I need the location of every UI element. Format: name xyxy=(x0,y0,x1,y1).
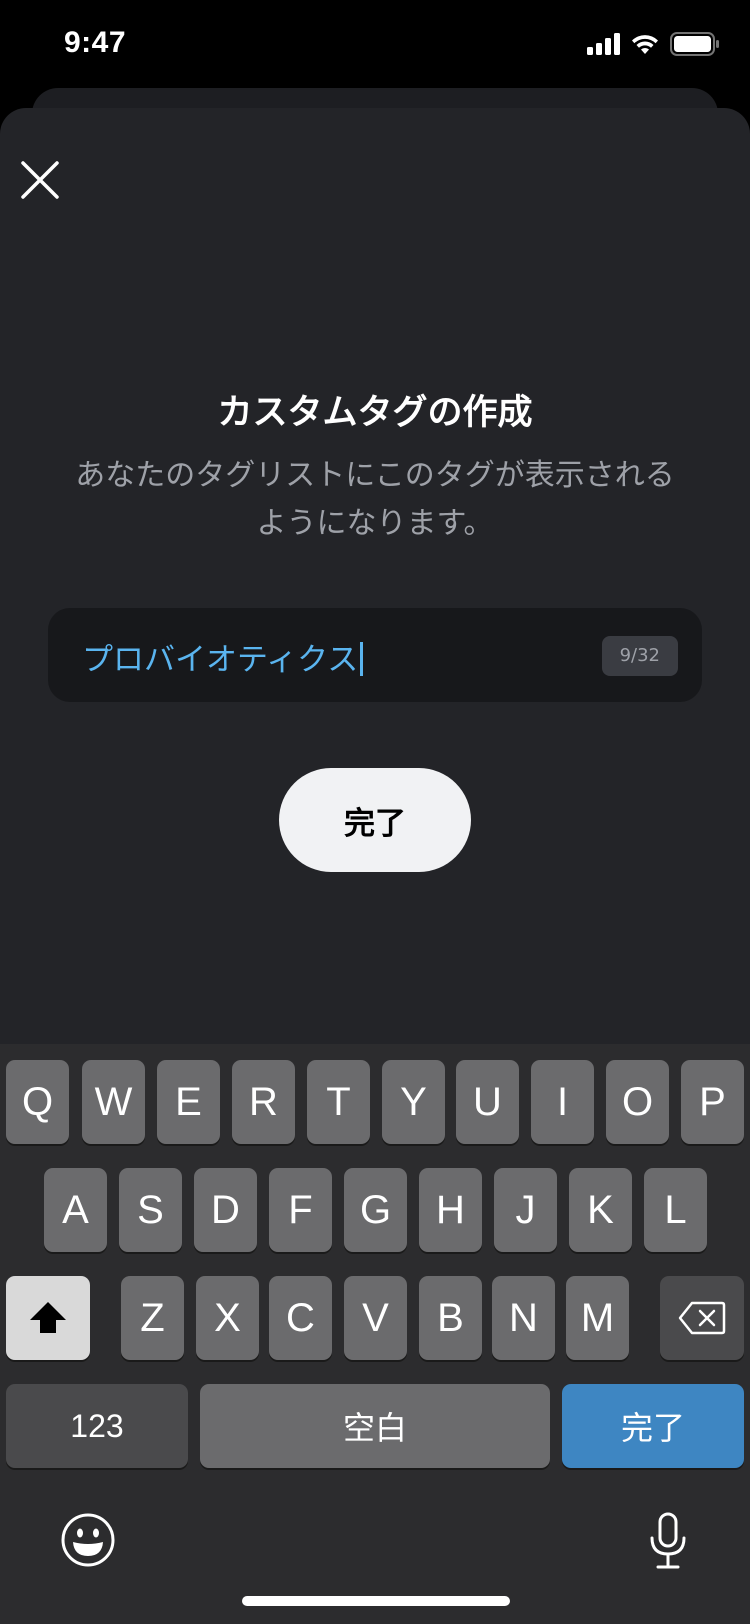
tag-name-input[interactable]: プロバイオティクス 9/32 xyxy=(48,608,702,702)
key-y[interactable]: Y xyxy=(382,1060,445,1144)
key-m[interactable]: M xyxy=(566,1276,629,1360)
key-h[interactable]: H xyxy=(419,1168,482,1252)
status-time: 9:47 xyxy=(64,26,127,59)
return-key[interactable]: 完了 xyxy=(562,1384,744,1468)
character-counter: 9/32 xyxy=(601,636,678,676)
backspace-key[interactable] xyxy=(660,1276,744,1360)
key-c[interactable]: C xyxy=(269,1276,332,1360)
emoji-button[interactable] xyxy=(60,1512,116,1572)
subtitle-line-1: あなたのタグリストにこのタグが表示される xyxy=(75,458,675,493)
battery-icon xyxy=(670,32,720,56)
key-f[interactable]: F xyxy=(269,1168,332,1252)
key-z[interactable]: Z xyxy=(121,1276,184,1360)
key-u[interactable]: U xyxy=(456,1060,519,1144)
space-key[interactable]: 空白 xyxy=(200,1384,550,1468)
wifi-icon xyxy=(630,33,660,55)
key-l[interactable]: L xyxy=(644,1168,707,1252)
close-icon xyxy=(21,161,59,199)
key-b[interactable]: B xyxy=(419,1276,482,1360)
backspace-icon xyxy=(678,1301,726,1335)
text-caret xyxy=(360,642,364,676)
status-bar: 9:47 xyxy=(0,0,750,90)
home-indicator xyxy=(242,1596,510,1606)
key-o[interactable]: O xyxy=(606,1060,669,1144)
key-r[interactable]: R xyxy=(232,1060,295,1144)
shift-key[interactable] xyxy=(6,1276,90,1360)
numbers-key[interactable]: 123 xyxy=(6,1384,188,1468)
microphone-button[interactable] xyxy=(646,1512,690,1574)
key-w[interactable]: W xyxy=(82,1060,145,1144)
microphone-icon xyxy=(650,1512,686,1569)
key-v[interactable]: V xyxy=(344,1276,407,1360)
tag-name-value: プロバイオティクス xyxy=(82,634,364,679)
subtitle-line-2: ようになります。 xyxy=(256,506,494,541)
key-e[interactable]: E xyxy=(157,1060,220,1144)
key-j[interactable]: J xyxy=(494,1168,557,1252)
key-k[interactable]: K xyxy=(569,1168,632,1252)
done-button[interactable]: 完了 xyxy=(279,768,471,872)
key-i[interactable]: I xyxy=(531,1060,594,1144)
key-a[interactable]: A xyxy=(44,1168,107,1252)
key-q[interactable]: Q xyxy=(6,1060,69,1144)
page-subtitle: あなたのタグリストにこのタグが表示される ようになります。 xyxy=(50,452,700,548)
key-t[interactable]: T xyxy=(307,1060,370,1144)
key-n[interactable]: N xyxy=(492,1276,555,1360)
status-icons xyxy=(587,32,720,56)
key-g[interactable]: G xyxy=(344,1168,407,1252)
key-s[interactable]: S xyxy=(119,1168,182,1252)
shift-arrow-icon xyxy=(30,1302,66,1333)
page-title: カスタムタグの作成 xyxy=(217,393,533,433)
key-x[interactable]: X xyxy=(196,1276,259,1360)
cellular-signal-icon xyxy=(587,33,620,55)
key-p[interactable]: P xyxy=(681,1060,744,1144)
keyboard: Q W E R T Y U I O P A S D F G H J K L Z … xyxy=(0,1044,750,1624)
key-d[interactable]: D xyxy=(194,1168,257,1252)
emoji-icon xyxy=(61,1513,115,1567)
close-button[interactable] xyxy=(20,160,60,200)
